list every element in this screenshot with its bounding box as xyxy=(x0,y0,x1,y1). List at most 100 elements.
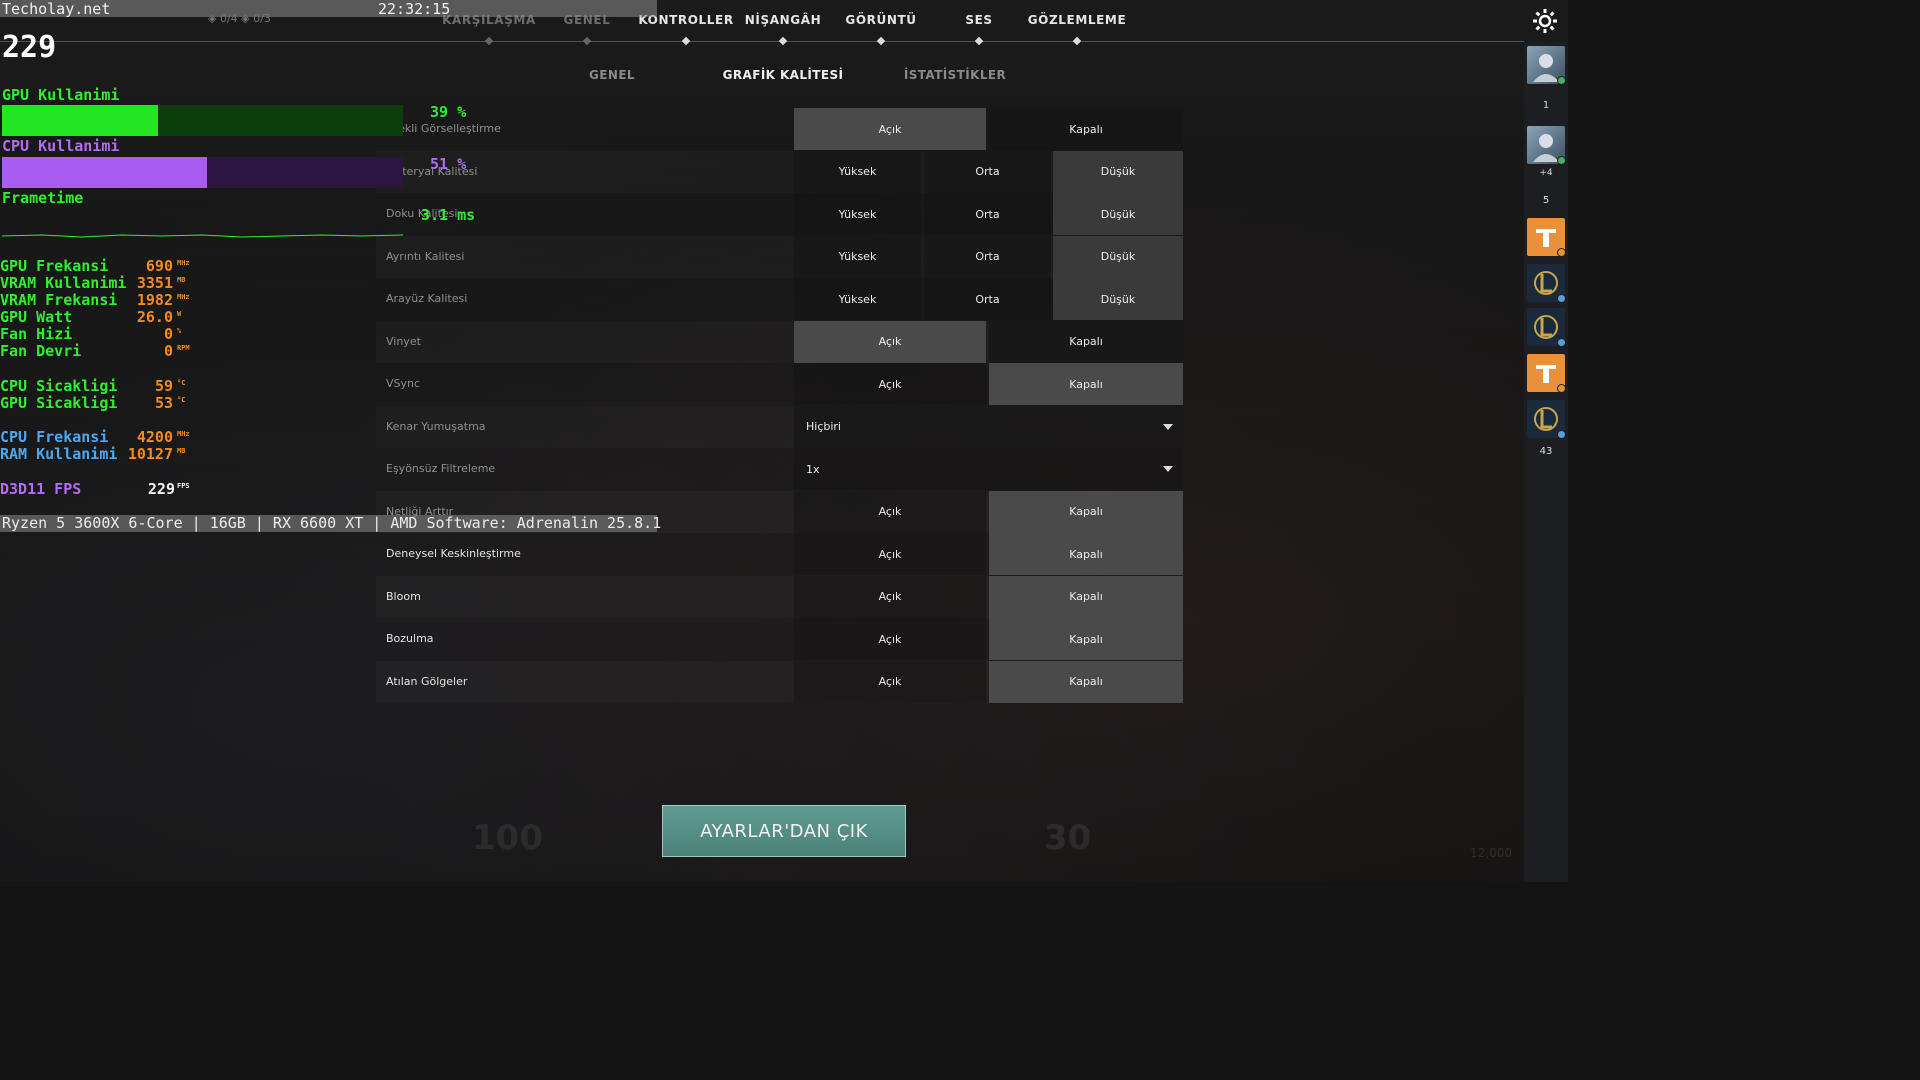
stat-unit: °C xyxy=(177,396,186,404)
stat-row: VRAM Frekansi 1982 xyxy=(0,291,173,309)
stat-row: Fan Devri 0 xyxy=(0,342,173,360)
sidebar-count: 1 xyxy=(1542,100,1550,111)
stat-name: VRAM Kullanimi xyxy=(0,274,127,292)
gpu-usage-percent: 39 % xyxy=(430,103,467,121)
frametime-value: 3.1 ms xyxy=(421,206,476,224)
stat-value: 10127 xyxy=(127,445,173,463)
setting-row: Atılan Gölgeler Açık Kapalı xyxy=(376,660,1183,704)
option-high-button[interactable]: Yüksek xyxy=(794,150,921,193)
frametime-label: Frametime xyxy=(2,189,84,207)
option-on-button[interactable]: Açık xyxy=(794,618,986,660)
gpu-usage-fill xyxy=(2,105,159,136)
option-on-button[interactable]: Açık xyxy=(794,575,986,618)
status-dot xyxy=(1557,338,1566,347)
setting-label: Bloom xyxy=(386,589,421,603)
stat-row: CPU Frekansi 4200 xyxy=(0,428,173,446)
option-on-button[interactable]: Açık xyxy=(794,320,986,363)
sub-tab-2[interactable]: İSTATİSTİKLER xyxy=(904,68,1006,82)
performance-overlay: Techolay.net 22:32:15 ◈ 0/4 ◈ 0/3 229 GP… xyxy=(0,0,661,535)
nav-tab-4[interactable]: GÖRÜNTÜ xyxy=(845,13,916,27)
option-off-button[interactable]: Kapalı xyxy=(989,490,1183,533)
option-medium-button[interactable]: Orta xyxy=(924,235,1051,278)
setting-label: Atılan Gölgeler xyxy=(386,674,468,688)
option-on-button[interactable]: Açık xyxy=(794,533,986,575)
stat-value: 0 xyxy=(163,342,173,360)
lol-logo-icon[interactable] xyxy=(1527,308,1566,347)
nav-tab-3[interactable]: NİŞANGÂH xyxy=(745,13,821,27)
stat-value: 59 xyxy=(154,377,173,395)
option-on-button[interactable]: Açık xyxy=(794,660,986,703)
option-high-button[interactable]: Yüksek xyxy=(794,278,921,320)
option-low-button[interactable]: Düşük xyxy=(1053,193,1183,235)
option-on-button[interactable]: Açık xyxy=(794,490,986,533)
agent-avatar-icon[interactable] xyxy=(1527,126,1566,165)
status-dot xyxy=(1557,248,1566,257)
sidebar-count: 43 xyxy=(1539,446,1553,457)
option-medium-button[interactable]: Orta xyxy=(924,278,1051,320)
option-off-button[interactable]: Kapalı xyxy=(989,363,1183,405)
option-high-button[interactable]: Yüksek xyxy=(794,193,921,235)
lol-logo-icon[interactable] xyxy=(1527,264,1566,303)
stat-unit: MB xyxy=(177,276,186,284)
option-low-button[interactable]: Düşük xyxy=(1053,150,1183,193)
option-medium-button[interactable]: Orta xyxy=(924,193,1051,235)
stat-row: VRAM Kullanimi 3351 xyxy=(0,274,173,292)
setting-label: Deneysel Keskinleştirme xyxy=(386,547,521,560)
stat-name: CPU Sicakligi xyxy=(0,377,118,395)
setting-label: Bozulma xyxy=(386,632,434,645)
stat-value: 3351 xyxy=(136,274,173,292)
nav-tab-5[interactable]: SES xyxy=(965,13,992,27)
stat-row: GPU Frekansi 690 xyxy=(0,257,173,275)
option-high-button[interactable]: Yüksek xyxy=(794,235,921,278)
option-off-button[interactable]: Kapalı xyxy=(989,108,1183,150)
stat-value: 690 xyxy=(145,257,173,275)
status-dot xyxy=(1557,384,1566,393)
stat-value: 53 xyxy=(154,394,173,412)
stat-name: GPU Frekansi xyxy=(0,257,109,275)
stat-row: CPU Sicakligi 59 xyxy=(0,377,173,395)
option-on-button[interactable]: Açık xyxy=(794,108,986,150)
stat-unit: MHz xyxy=(177,293,190,301)
hud-ammo: 30 xyxy=(1044,818,1092,858)
lol-logo-icon[interactable] xyxy=(1527,400,1566,439)
stat-name: Fan Devri xyxy=(0,342,82,360)
gpu-usage-bar xyxy=(2,105,403,136)
option-off-button[interactable]: Kapalı xyxy=(989,533,1183,575)
stat-name: GPU Watt xyxy=(0,308,73,326)
status-dot xyxy=(1557,76,1566,85)
setting-dropdown[interactable]: Hiçbiri xyxy=(794,405,1183,448)
option-off-button[interactable]: Kapalı xyxy=(989,575,1183,618)
status-dot xyxy=(1557,430,1566,439)
option-low-button[interactable]: Düşük xyxy=(1053,278,1183,320)
option-off-button[interactable]: Kapalı xyxy=(989,320,1183,363)
d3d-fps-row: D3D11 FPS 229 xyxy=(0,480,175,498)
chevron-down-icon xyxy=(1163,423,1173,430)
agent-avatar-icon[interactable] xyxy=(1527,46,1566,85)
stat-row: GPU Sicakligi 53 xyxy=(0,394,173,412)
stat-name: CPU Frekansi xyxy=(0,428,109,446)
nav-tab-6[interactable]: GÖZLEMLEME xyxy=(1028,13,1127,27)
option-off-button[interactable]: Kapalı xyxy=(989,618,1183,660)
option-on-button[interactable]: Açık xyxy=(794,363,986,405)
overlay-clock: 22:32:15 xyxy=(378,0,451,18)
tft-logo-icon[interactable] xyxy=(1527,354,1566,393)
stat-name: VRAM Frekansi xyxy=(0,291,118,309)
stat-name: RAM Kullanimi xyxy=(0,445,118,463)
stat-value: 1982 xyxy=(136,291,173,309)
option-low-button[interactable]: Düşük xyxy=(1053,235,1183,278)
d3d-fps-unit: FPS xyxy=(177,482,190,490)
exit-settings-button[interactable]: AYARLAR'DAN ÇIK xyxy=(662,805,906,857)
option-medium-button[interactable]: Orta xyxy=(924,150,1051,193)
sub-tab-1[interactable]: GRAFİK KALİTESİ xyxy=(723,68,844,82)
overlay-counts: ◈ 0/4 ◈ 0/3 xyxy=(208,12,271,25)
stat-value: 26.0 xyxy=(136,308,173,326)
setting-dropdown[interactable]: 1x xyxy=(794,448,1183,490)
d3d-fps-value: 229 xyxy=(147,480,175,498)
frametime-graph xyxy=(2,234,403,238)
dropdown-value: Hiçbiri xyxy=(806,420,841,433)
gear-icon[interactable] xyxy=(1532,8,1558,34)
stat-unit: MHz xyxy=(177,259,190,267)
option-off-button[interactable]: Kapalı xyxy=(989,660,1183,703)
gpu-usage-label: GPU Kullanimi xyxy=(2,86,120,104)
tft-logo-icon[interactable] xyxy=(1527,218,1566,257)
